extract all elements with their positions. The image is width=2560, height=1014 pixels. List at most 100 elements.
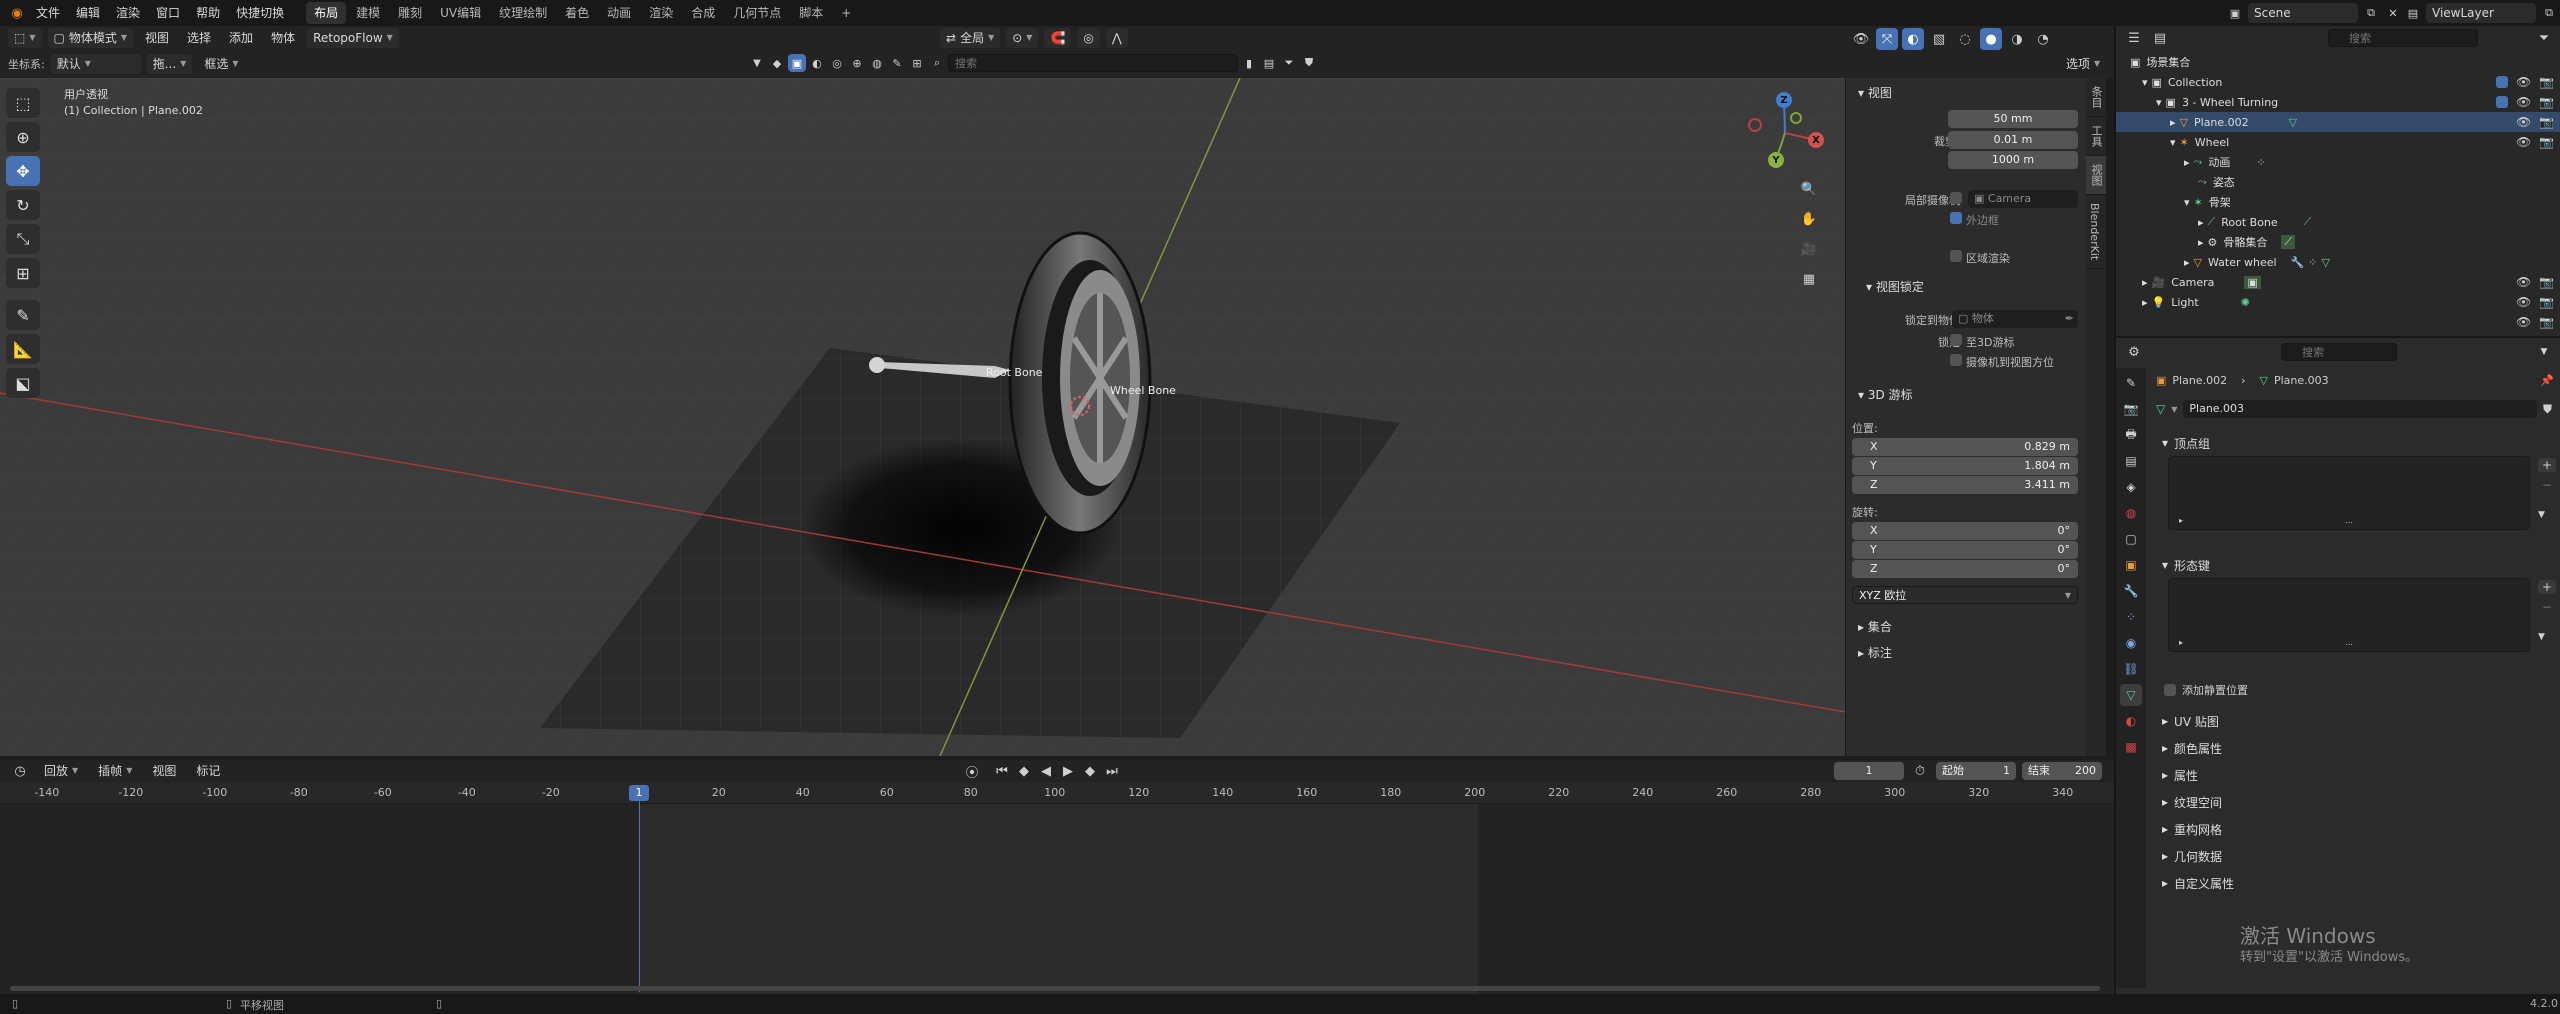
solid-shading-icon[interactable]: ● [1980, 28, 2002, 50]
camera-view-icon[interactable]: 🎥 [1798, 238, 1820, 260]
vertex-group-menu-icon[interactable]: ▼ [2538, 510, 2545, 520]
timeline-view-menu[interactable]: 视图 [146, 761, 182, 781]
outliner-row-water-wheel[interactable]: ▸ ▽ Water wheel 🔧 ⁘ ▽ [2116, 252, 2560, 272]
custom-properties-header[interactable]: ▸ 自定义属性 [2162, 872, 2546, 894]
clip-start-field[interactable]: 0.01 m [1948, 131, 2078, 149]
cursor-tool-icon[interactable]: ⊕ [6, 122, 40, 152]
mesh-data-icon[interactable]: ▽ [2322, 256, 2330, 269]
outliner-row-plane[interactable]: ▸ ▽ Plane.002 ▽ [2116, 112, 2560, 132]
shape-keys-list[interactable]: ▸ ⋯ [2168, 578, 2530, 652]
eye-icon[interactable]: 👁 [2516, 275, 2531, 289]
eyedropper-icon[interactable]: ✒ [2065, 310, 2074, 328]
render-camera-icon[interactable]: 📷 [2539, 135, 2554, 149]
collection-section-header[interactable]: ▸ 集合 [1852, 616, 1892, 638]
action-icon[interactable]: ⁘ [2256, 156, 2265, 169]
tab-scripting[interactable]: 脚本 [791, 2, 831, 24]
move-tool-icon[interactable]: ✥ [6, 156, 40, 186]
pan-hand-icon[interactable]: ✋ [1798, 208, 1820, 230]
display-mode-icon[interactable]: ▤ [2150, 28, 2170, 48]
gizmo-z-icon[interactable]: Z [1776, 92, 1792, 108]
marker-menu[interactable]: 标记 [190, 761, 226, 781]
xray-toggle-icon[interactable]: ▧ [1928, 28, 1950, 50]
eye-icon[interactable]: 👁 [2516, 115, 2531, 129]
annotate-tool-icon[interactable]: ✎ [6, 300, 40, 330]
menu-window[interactable]: 窗口 [148, 0, 188, 26]
tab-shading[interactable]: 着色 [557, 2, 597, 24]
outliner-row-scene-collection[interactable]: ▣ 场景集合 [2116, 52, 2560, 72]
drag-dropdown[interactable]: 拖... ▼ [146, 54, 193, 74]
view-section-header[interactable]: ▾ 视图 [1852, 82, 1892, 104]
view-layer-field[interactable]: ViewLayer [2426, 3, 2536, 23]
exclude-checkbox[interactable] [2496, 76, 2508, 88]
menu-edit[interactable]: 编辑 [68, 0, 108, 26]
menu-render[interactable]: 渲染 [108, 0, 148, 26]
tab-modeling[interactable]: 建模 [348, 2, 388, 24]
rendered-shading-icon[interactable]: ◔ [2032, 28, 2054, 50]
jump-end-icon[interactable]: ⏭ [1102, 761, 1122, 781]
visibility-icon[interactable]: 👁 [1850, 28, 1872, 50]
properties-search-input[interactable] [2281, 343, 2397, 361]
outliner-row-light[interactable]: ▸ 💡 Light ✺ [2116, 292, 2560, 312]
editor-type-dropdown[interactable]: ⬚ ▼ [8, 28, 42, 48]
prev-keyframe-icon[interactable]: ◆ [1014, 761, 1034, 781]
scene-icon[interactable]: ▣ [2226, 4, 2244, 22]
mesh-name-field[interactable]: Plane.003 [2183, 400, 2537, 418]
box-select-dropdown[interactable]: 框选 ▼ [198, 54, 244, 74]
modifier-icon[interactable]: 🔧 [2291, 256, 2305, 269]
tab-tool[interactable]: 工具 [2086, 117, 2106, 156]
add-cube-tool-icon[interactable]: ⬕ [6, 368, 40, 398]
light-data-icon[interactable]: ✺ [2241, 296, 2250, 309]
outliner-row-collection[interactable]: ▾ ▣ Collection [2116, 72, 2560, 92]
list-resize-handle-icon[interactable]: ⋯ [2345, 640, 2353, 649]
transform-orientation-dropdown[interactable]: ⇄ 全局 ▼ [940, 28, 1001, 48]
tab-animation[interactable]: 动画 [599, 2, 639, 24]
gizmo-toggle-icon[interactable]: ⤧ [1876, 28, 1898, 50]
shape-key-menu-icon[interactable]: ▼ [2538, 632, 2545, 642]
eye-icon[interactable]: 👁 [2516, 75, 2531, 89]
playhead-badge[interactable]: 1 [629, 785, 649, 801]
add-shape-key-button[interactable]: + [2538, 580, 2557, 594]
navigation-gizmo[interactable]: Z X Y [1740, 88, 1830, 178]
scene-tab-icon[interactable]: ◈ [2120, 476, 2142, 498]
add-rest-position-checkbox[interactable] [2164, 684, 2176, 696]
next-keyframe-icon[interactable]: ◆ [1080, 761, 1100, 781]
list-expand-icon[interactable]: ▸ [2179, 638, 2183, 647]
tool-tab-icon[interactable]: ✎ [2120, 372, 2142, 394]
transform-tool-icon[interactable]: ⊞ [6, 258, 40, 288]
render-camera-icon[interactable]: 📷 [2539, 115, 2554, 129]
outliner-editor-icon[interactable]: ☰ [2124, 28, 2144, 48]
geometry-data-header[interactable]: ▸ 几何数据 [2162, 845, 2546, 867]
vertex-groups-header[interactable]: ▾ 顶点组 [2162, 432, 2546, 454]
eye-icon[interactable]: 👁 [2516, 95, 2531, 109]
timeline-scrollbar[interactable] [10, 986, 2100, 991]
outliner-row-animation[interactable]: ▸ ⤳ 动画 ⁘ [2116, 152, 2560, 172]
render-camera-icon[interactable]: 📷 [2539, 295, 2554, 309]
ortho-toggle-icon[interactable]: ▦ [1798, 268, 1820, 290]
render-camera-icon[interactable]: 📷 [2539, 95, 2554, 109]
focal-length-field[interactable]: 50 mm [1948, 110, 2078, 128]
list-expand-icon[interactable]: ▸ [2179, 516, 2183, 525]
view-layer-tab-icon[interactable]: ▤ [2120, 450, 2142, 472]
outliner-row-camera[interactable]: ▸ 🎥 Camera ▣ [2116, 272, 2560, 292]
snap-toggle[interactable]: 🧲 [1044, 28, 1072, 48]
remove-vertex-group-button[interactable]: − [2538, 478, 2556, 492]
menu-view[interactable]: 视图 [139, 28, 175, 48]
viewport-3d[interactable]: 用户透视 (1) Collection | Plane.002 Root Bon… [0, 78, 1858, 756]
cursor-rotation-y-field[interactable]: Y 0° [1852, 541, 2078, 559]
pin-icon[interactable]: 📌 [2540, 374, 2554, 387]
brush-filter-icon[interactable]: ✎ [888, 54, 906, 72]
asset-search-input[interactable] [948, 54, 1238, 72]
outliner-row-wheel[interactable]: ▾ ✶ Wheel [2116, 132, 2560, 152]
start-frame-field[interactable]: 起始 1 [1936, 762, 2016, 780]
passepartout-checkbox[interactable] [1950, 212, 1962, 224]
timeline-editor-icon[interactable]: ◷ [10, 761, 30, 781]
object-tab-icon[interactable]: ▣ [2120, 554, 2142, 576]
timeline-area[interactable]: -140-120-100-80-60-40-201204060801001201… [0, 782, 2114, 994]
view-layer-icon[interactable]: ▤ [2404, 4, 2422, 22]
outliner-row-wheel-turning[interactable]: ▾ ▣ 3 - Wheel Turning [2116, 92, 2560, 112]
tab-sculpting[interactable]: 雕刻 [390, 2, 430, 24]
timer-icon[interactable]: ⏱ [1910, 761, 1930, 781]
select-box-tool-icon[interactable]: ⬚ [6, 88, 40, 118]
filter-funnel-icon[interactable]: ⏷ [2534, 28, 2554, 48]
menu-object[interactable]: 物体 [265, 28, 301, 48]
